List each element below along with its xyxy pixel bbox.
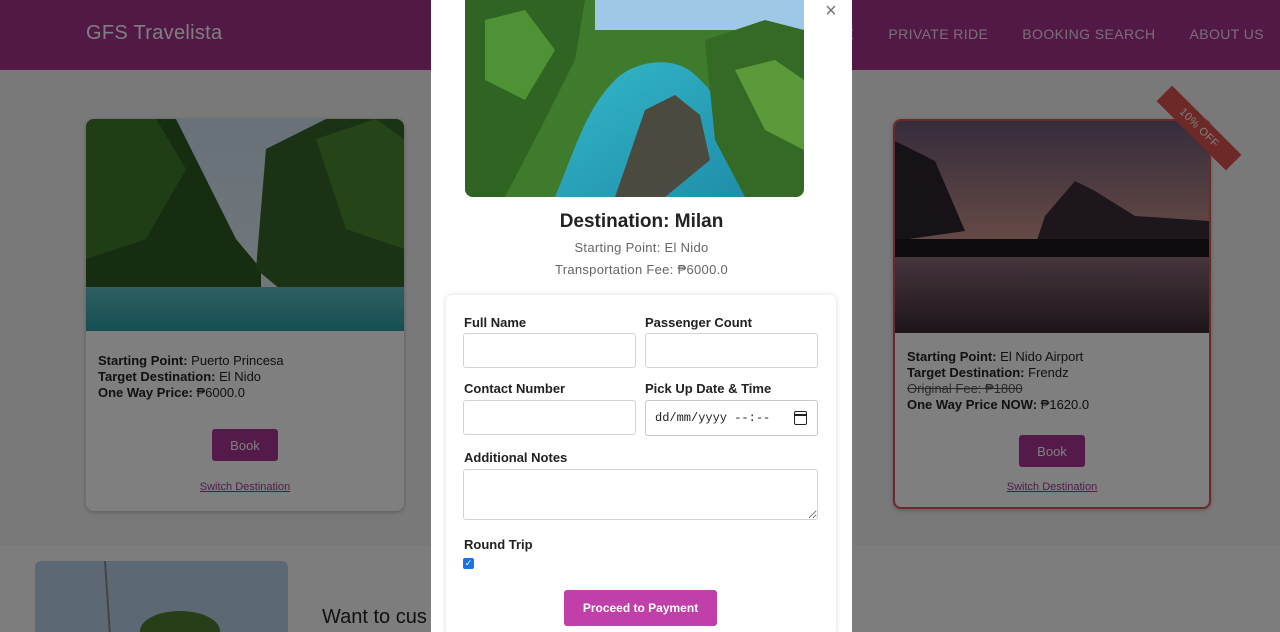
close-icon[interactable]: × <box>821 0 841 24</box>
round-trip-checkbox[interactable]: ✓ <box>463 558 474 569</box>
contact-number-input[interactable] <box>463 400 636 435</box>
booking-modal: × Destination: Milan Starting Point: El … <box>431 0 852 632</box>
additional-notes-textarea[interactable] <box>463 469 818 520</box>
round-trip-label: Round Trip <box>464 537 533 552</box>
destination-photo <box>465 0 804 197</box>
starting-point-text: Starting Point: El Nido <box>574 240 709 255</box>
booking-form: Full Name Passenger Count Contact Number… <box>446 295 836 632</box>
contact-number-label: Contact Number <box>464 381 566 396</box>
pickup-datetime-label: Pick Up Date & Time <box>645 381 772 396</box>
pickup-datetime-placeholder: dd/mm/yyyy --:-- <box>655 411 771 425</box>
passenger-count-label: Passenger Count <box>645 315 752 330</box>
transportation-fee-text: Transportation Fee: ₱6000.0 <box>554 262 729 277</box>
full-name-input[interactable] <box>463 333 636 368</box>
proceed-to-payment-button[interactable]: Proceed to Payment <box>564 590 717 626</box>
destination-title: Destination: Milan <box>559 211 724 232</box>
passenger-count-input[interactable] <box>645 333 818 368</box>
full-name-label: Full Name <box>464 315 527 330</box>
calendar-icon[interactable] <box>794 411 807 425</box>
additional-notes-label: Additional Notes <box>464 450 568 465</box>
pickup-datetime-input[interactable]: dd/mm/yyyy --:-- <box>645 400 818 436</box>
